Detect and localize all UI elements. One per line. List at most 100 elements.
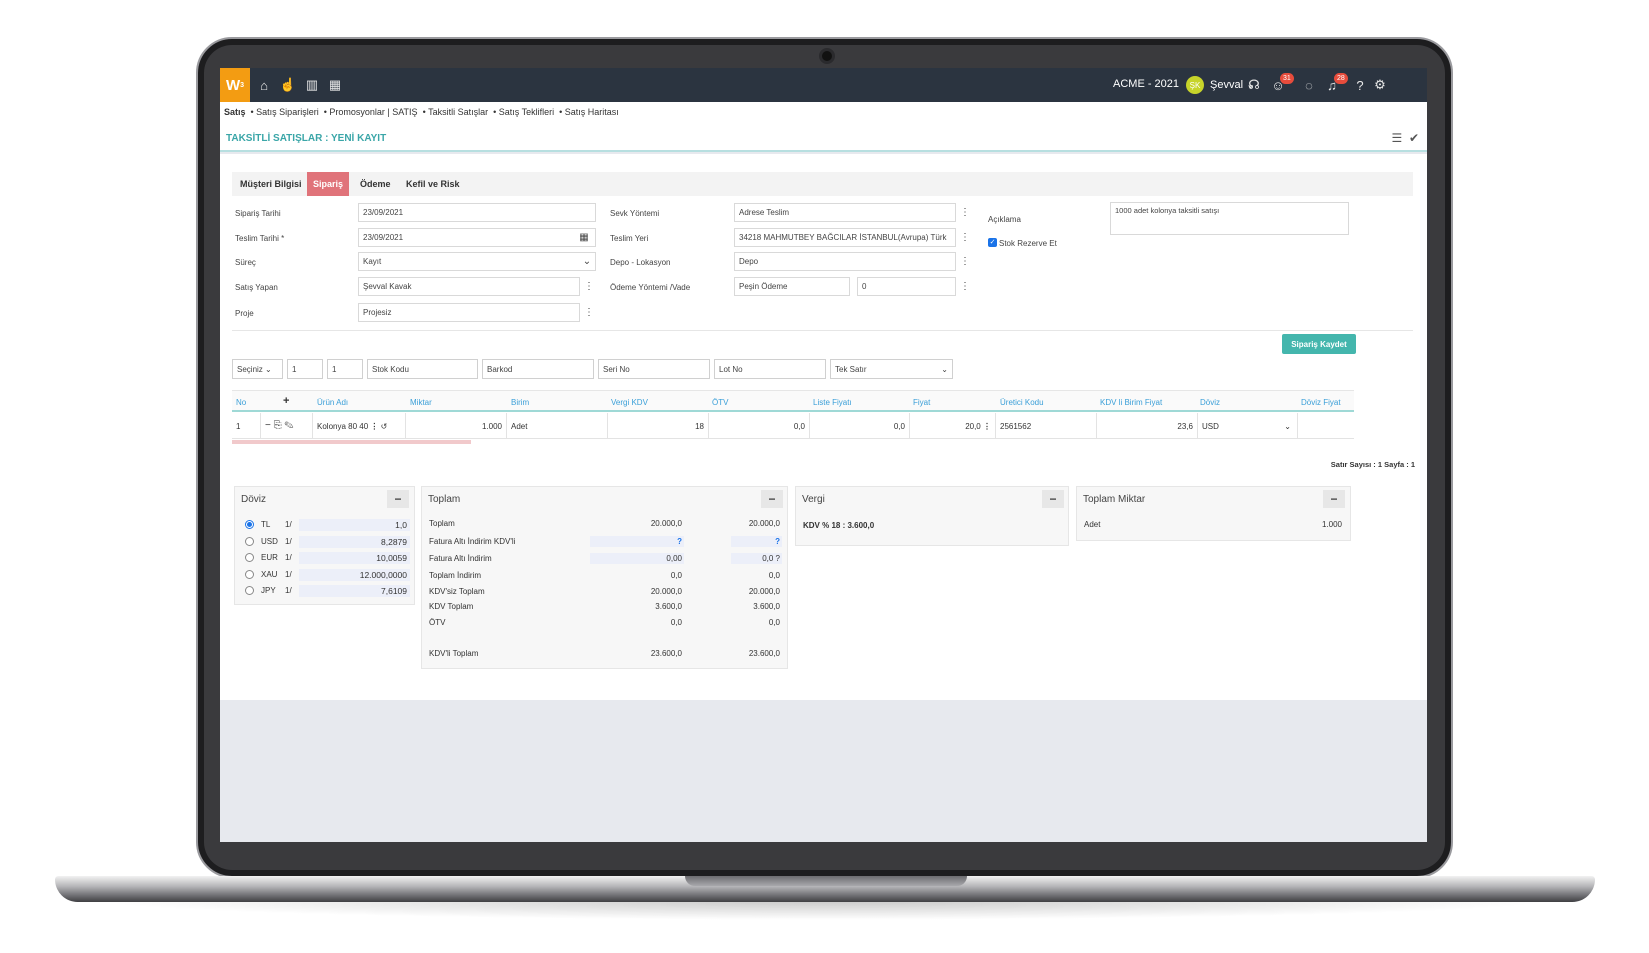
total-value-1[interactable]: ? [590, 536, 684, 547]
kebab-menu-icon[interactable]: ⋮ [582, 303, 596, 322]
app-logo[interactable]: W3 [220, 68, 250, 102]
save-button[interactable]: Sipariş Kaydet [1282, 334, 1356, 354]
help-icon[interactable]: ? [1352, 77, 1368, 93]
cell-uretici[interactable]: 2561562 [996, 413, 1097, 439]
cell-fiyat[interactable]: 20,0 ⋮ [910, 413, 996, 439]
breadcrumb-item[interactable]: Satış Teklifleri [499, 107, 554, 117]
currency-rate-input[interactable]: 10,0059 [299, 552, 410, 564]
col-urun-adi[interactable]: Ürün Adı [317, 398, 348, 407]
barkod-input[interactable]: Barkod [482, 359, 594, 379]
satis-yapan-input[interactable]: Şevval Kavak [358, 277, 580, 296]
cell-doviz-fiyat[interactable] [1298, 413, 1354, 439]
tab-siparis[interactable]: Sipariş [307, 172, 350, 196]
total-value-2[interactable]: ? [731, 536, 782, 547]
tab-musteri-bilgisi[interactable]: Müşteri Bilgisi [234, 172, 308, 196]
collapse-button[interactable]: − [1323, 490, 1345, 508]
cell-miktar[interactable]: 1.000 [406, 413, 507, 439]
home-icon[interactable]: ⌂ [256, 77, 272, 93]
pencil-icon[interactable]: ✎ [284, 420, 293, 431]
col-doviz-fiyat[interactable]: Döviz Fiyat [1301, 398, 1341, 407]
stok-rezerve-checkbox[interactable]: ✓ [988, 238, 997, 247]
chat-icon[interactable]: ◌ [1301, 77, 1317, 93]
add-row-icon[interactable]: + [283, 395, 289, 407]
col-otv[interactable]: ÖTV [712, 398, 728, 407]
hand-icon[interactable]: ☝ [280, 77, 296, 93]
kebab-menu-icon[interactable]: ⋮ [582, 277, 596, 296]
teslim-tarihi-input[interactable]: 23/09/2021 [358, 228, 596, 247]
currency-rate-input[interactable]: 7,6109 [299, 585, 410, 597]
currency-radio[interactable] [245, 586, 254, 595]
cell-birim[interactable]: Adet [507, 413, 608, 439]
tab-kefil-risk[interactable]: Kefil ve Risk [400, 172, 466, 196]
lot-no-input[interactable]: Lot No [714, 359, 826, 379]
calendar-icon[interactable]: ▦ [327, 77, 343, 93]
tek-satir-select[interactable]: Tek Satır ⌄ [830, 359, 953, 379]
vade-input[interactable]: 0 [857, 277, 956, 296]
teslim-yeri-input[interactable]: 34218 MAHMUTBEY BAĞCILAR İSTANBUL(Avrupa… [734, 228, 956, 247]
scroll-indicator[interactable] [232, 440, 471, 444]
cell-otv[interactable]: 0,0 [709, 413, 810, 439]
col-doviz[interactable]: Döviz [1200, 398, 1220, 407]
tab-odeme[interactable]: Ödeme [354, 172, 397, 196]
currency-radio[interactable] [245, 553, 254, 562]
refresh-icon[interactable]: ↺ [381, 422, 388, 431]
col-miktar[interactable]: Miktar [410, 398, 432, 407]
kebab-menu-icon[interactable]: ⋮ [958, 203, 972, 222]
qty-input-1[interactable]: 1 [287, 359, 323, 379]
breadcrumb-item[interactable]: Taksitli Satışlar [428, 107, 488, 117]
breadcrumb-item[interactable]: Satış Siparişleri [256, 107, 319, 117]
siparis-tarihi-input[interactable]: 23/09/2021 [358, 203, 596, 222]
cell-doviz[interactable]: USD ⌄ [1198, 413, 1298, 439]
seri-no-input[interactable]: Seri No [598, 359, 710, 379]
col-birim[interactable]: Birim [511, 398, 529, 407]
stok-kodu-input[interactable]: Stok Kodu [367, 359, 478, 379]
kebab-menu-icon[interactable]: ⋮ [958, 277, 972, 296]
currency-radio[interactable] [245, 569, 254, 579]
headset-icon[interactable]: ☊ [1246, 77, 1262, 93]
currency-rate-input[interactable]: 12.000,0000 [299, 568, 410, 581]
sevk-input[interactable]: Adrese Teslim [734, 203, 956, 222]
kebab-menu-icon[interactable]: ⋮ [958, 252, 972, 271]
satis-yapan-label: Satış Yapan [235, 283, 278, 292]
cell-liste[interactable]: 0,0 [810, 413, 910, 439]
proje-input[interactable]: Projesiz [358, 303, 580, 322]
currency-rate-input[interactable]: 1,0 [299, 519, 410, 531]
breadcrumb-item[interactable]: Satış Haritası [565, 107, 619, 117]
collapse-button[interactable]: − [761, 490, 783, 508]
minus-icon[interactable]: − [265, 420, 271, 431]
seciniz-select[interactable]: Seçiniz ⌄ [232, 359, 283, 379]
currency-radio[interactable] [245, 520, 254, 529]
gear-icon[interactable]: ⚙ [1372, 77, 1388, 93]
depo-input[interactable]: Depo [734, 252, 956, 271]
odeme-input[interactable]: Peşin Ödeme [734, 277, 850, 296]
collapse-button[interactable]: − [387, 490, 409, 508]
list-icon[interactable]: ☰ [1392, 131, 1403, 145]
breadcrumb-item[interactable]: Promosyonlar | SATIŞ [329, 107, 417, 117]
col-vergi-kdv[interactable]: Vergi KDV [611, 398, 648, 407]
col-kdvli-birim-fiyat[interactable]: KDV li Birim Fiyat [1100, 398, 1162, 407]
col-fiyat[interactable]: Fiyat [913, 398, 930, 407]
breadcrumb-root[interactable]: Satış [224, 107, 246, 117]
currency-rate-input[interactable]: 8,2879 [299, 535, 410, 548]
kebab-menu-icon[interactable]: ⋮ [958, 228, 972, 247]
col-liste-fiyati[interactable]: Liste Fiyatı [813, 398, 852, 407]
aciklama-textarea[interactable]: 1000 adet kolonya taksitli satışı [1110, 202, 1349, 235]
qty-input-2[interactable]: 1 [327, 359, 363, 379]
company-name[interactable]: ACME - 2021 [1113, 78, 1179, 90]
surec-select[interactable]: Kayıt [358, 252, 596, 271]
chart-icon[interactable]: ▥ [304, 77, 320, 93]
col-no[interactable]: No [236, 398, 246, 407]
currency-radio[interactable] [245, 536, 254, 546]
check-icon[interactable]: ✔ [1409, 131, 1419, 145]
calendar-icon[interactable]: ▦ [577, 228, 591, 247]
table-row[interactable]: 1 − ⎘ ✎ Kolonya 80 40 ⋮ ↺ 1.000 Adet 18 … [232, 413, 1354, 439]
total-value-1[interactable]: 0,00 [590, 553, 684, 564]
collapse-button[interactable]: − [1042, 490, 1064, 508]
cell-kdv[interactable]: 18 [608, 413, 709, 439]
col-uretici-kodu[interactable]: Üretici Kodu [1000, 398, 1044, 407]
total-value-2[interactable]: 0,0 ? [731, 553, 782, 564]
avatar[interactable]: ŞK [1186, 76, 1204, 94]
cell-kdvli[interactable]: 23,6 [1097, 413, 1198, 439]
cell-urun[interactable]: Kolonya 80 40 ⋮ ↺ [313, 413, 406, 439]
copy-icon[interactable]: ⎘ [274, 420, 282, 431]
